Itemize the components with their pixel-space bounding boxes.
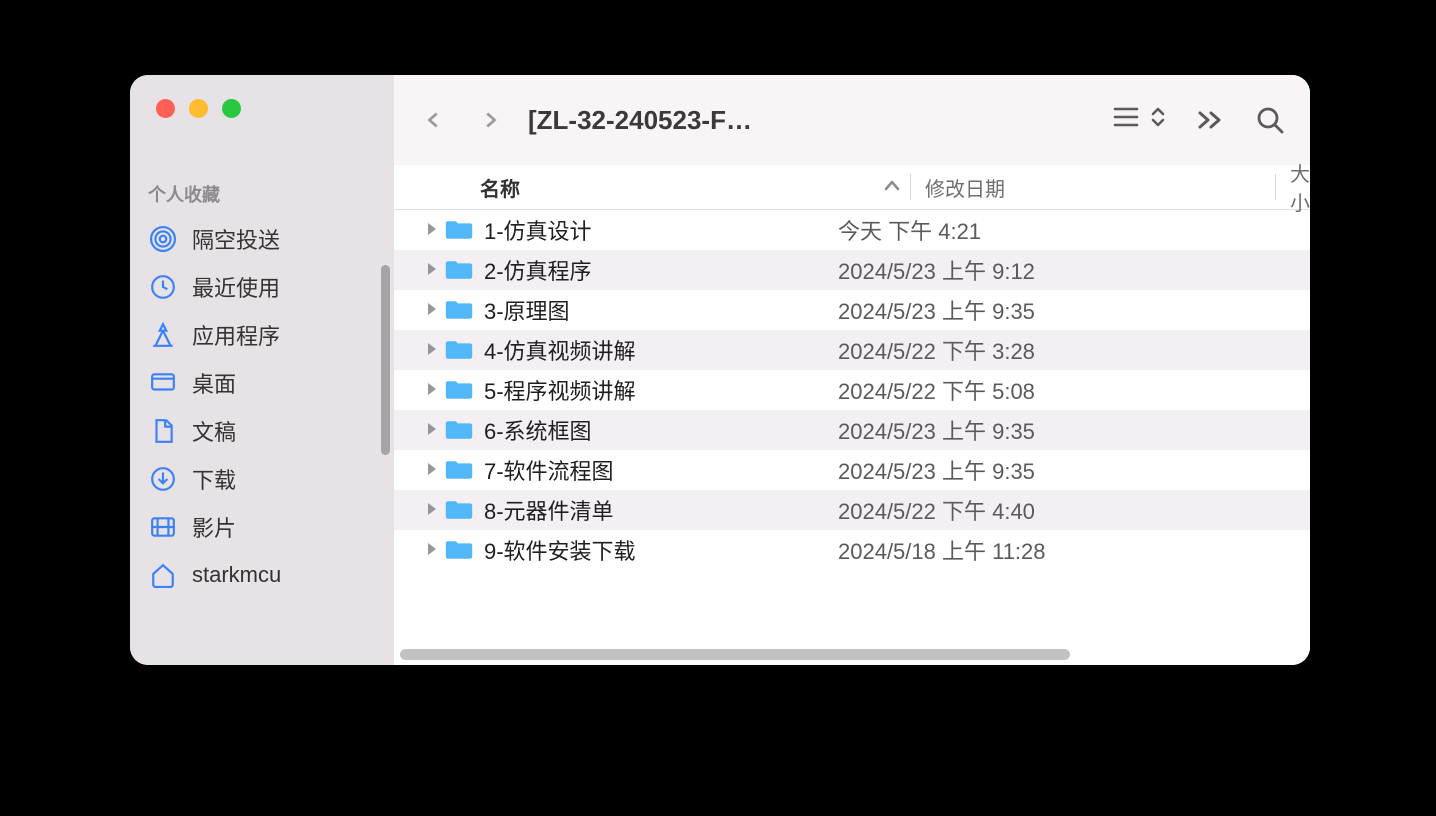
file-date: 今天 下午 4:21 <box>822 214 1188 246</box>
file-row[interactable]: 1-仿真设计今天 下午 4:21 <box>394 210 1310 250</box>
folder-icon <box>444 377 474 403</box>
disclosure-triangle-icon[interactable] <box>420 500 444 521</box>
file-row[interactable]: 7-软件流程图2024/5/23 上午 9:35 <box>394 450 1310 490</box>
column-size-label: 大小 <box>1290 164 1310 215</box>
column-name-label: 名称 <box>480 173 520 202</box>
file-date: 2024/5/22 下午 5:08 <box>822 374 1188 406</box>
movie-icon <box>148 512 178 542</box>
column-name[interactable]: 名称 <box>394 173 910 202</box>
view-mode-list-button[interactable] <box>1112 105 1166 135</box>
file-date: 2024/5/23 上午 9:35 <box>822 414 1188 446</box>
download-icon <box>148 464 178 494</box>
sidebar-item-home[interactable]: starkmcu <box>130 551 394 599</box>
toolbar-overflow-button[interactable] <box>1194 104 1226 136</box>
sidebar-item-label: 桌面 <box>192 367 236 399</box>
sidebar-item-apps[interactable]: 应用程序 <box>130 311 394 359</box>
sidebar-item-doc[interactable]: 文稿 <box>130 407 394 455</box>
sidebar-item-label: 应用程序 <box>192 319 280 351</box>
file-name: 2-仿真程序 <box>484 254 822 286</box>
disclosure-triangle-icon[interactable] <box>420 420 444 441</box>
toolbar: [ZL-32-240523-F… <box>394 75 1310 165</box>
sidebar-item-label: 最近使用 <box>192 271 280 303</box>
nav-back-button[interactable] <box>412 98 456 142</box>
maximize-button[interactable] <box>222 99 241 118</box>
clock-icon <box>148 272 178 302</box>
sidebar-section-title: 个人收藏 <box>130 153 394 215</box>
disclosure-triangle-icon[interactable] <box>420 300 444 321</box>
file-row[interactable]: 3-原理图2024/5/23 上午 9:35 <box>394 290 1310 330</box>
desktop-icon <box>148 368 178 398</box>
folder-icon <box>444 417 474 443</box>
file-date: 2024/5/23 上午 9:35 <box>822 454 1188 486</box>
minimize-button[interactable] <box>189 99 208 118</box>
file-date: 2024/5/22 下午 3:28 <box>822 334 1188 366</box>
sidebar-item-label: starkmcu <box>192 562 281 588</box>
folder-icon <box>444 337 474 363</box>
disclosure-triangle-icon[interactable] <box>420 540 444 561</box>
file-date: 2024/5/23 上午 9:35 <box>822 294 1188 326</box>
list-icon <box>1112 106 1140 134</box>
file-name: 4-仿真视频讲解 <box>484 334 822 366</box>
sidebar-item-download[interactable]: 下载 <box>130 455 394 503</box>
sidebar-item-label: 文稿 <box>192 415 236 447</box>
sidebar-item-label: 影片 <box>192 511 236 543</box>
sidebar-item-movie[interactable]: 影片 <box>130 503 394 551</box>
file-name: 5-程序视频讲解 <box>484 374 822 406</box>
apps-icon <box>148 320 178 350</box>
finder-window: 个人收藏 隔空投送最近使用应用程序桌面文稿下载影片 starkmcu [ZL-32… <box>130 75 1310 665</box>
folder-icon <box>444 457 474 483</box>
column-size[interactable]: 大小 <box>1276 158 1310 216</box>
window-controls <box>130 75 394 153</box>
sidebar-scrollbar[interactable] <box>381 265 390 455</box>
horizontal-scrollbar-track[interactable] <box>394 643 1310 665</box>
folder-icon <box>444 537 474 563</box>
airdrop-icon <box>148 224 178 254</box>
folder-icon <box>444 497 474 523</box>
file-row[interactable]: 4-仿真视频讲解2024/5/22 下午 3:28 <box>394 330 1310 370</box>
folder-icon <box>444 297 474 323</box>
home-icon <box>148 560 178 590</box>
horizontal-scrollbar-thumb[interactable] <box>400 649 1070 660</box>
main-panel: [ZL-32-240523-F… <box>394 75 1310 665</box>
nav-forward-button[interactable] <box>468 98 512 142</box>
file-name: 8-元器件清单 <box>484 494 822 526</box>
file-date: 2024/5/22 下午 4:40 <box>822 494 1188 526</box>
close-button[interactable] <box>156 99 175 118</box>
search-button[interactable] <box>1254 104 1286 136</box>
file-date: 2024/5/23 上午 9:12 <box>822 254 1188 286</box>
file-name: 1-仿真设计 <box>484 214 822 246</box>
column-headers: 名称 修改日期 大小 <box>394 165 1310 210</box>
column-date-label: 修改日期 <box>925 179 1005 201</box>
folder-icon <box>444 217 474 243</box>
window-title: [ZL-32-240523-F… <box>528 105 752 136</box>
sidebar-item-desktop[interactable]: 桌面 <box>130 359 394 407</box>
disclosure-triangle-icon[interactable] <box>420 220 444 241</box>
sidebar-item-label: 隔空投送 <box>192 223 280 255</box>
sidebar: 个人收藏 隔空投送最近使用应用程序桌面文稿下载影片 starkmcu <box>130 75 394 665</box>
disclosure-triangle-icon[interactable] <box>420 460 444 481</box>
sidebar-item-label: 下载 <box>192 463 236 495</box>
file-name: 3-原理图 <box>484 294 822 326</box>
sidebar-item-airdrop[interactable]: 隔空投送 <box>130 215 394 263</box>
file-name: 6-系统框图 <box>484 414 822 446</box>
file-name: 7-软件流程图 <box>484 454 822 486</box>
file-row[interactable]: 9-软件安装下载2024/5/18 上午 11:28 <box>394 530 1310 570</box>
file-row[interactable]: 8-元器件清单2024/5/22 下午 4:40 <box>394 490 1310 530</box>
disclosure-triangle-icon[interactable] <box>420 340 444 361</box>
file-row[interactable]: 5-程序视频讲解2024/5/22 下午 5:08 <box>394 370 1310 410</box>
sidebar-item-clock[interactable]: 最近使用 <box>130 263 394 311</box>
folder-icon <box>444 257 474 283</box>
doc-icon <box>148 416 178 446</box>
file-list: 1-仿真设计今天 下午 4:212-仿真程序2024/5/23 上午 9:123… <box>394 210 1310 643</box>
file-date: 2024/5/18 上午 11:28 <box>822 534 1188 566</box>
file-name: 9-软件安装下载 <box>484 534 822 566</box>
disclosure-triangle-icon[interactable] <box>420 380 444 401</box>
column-date[interactable]: 修改日期 <box>911 173 1275 202</box>
chevron-up-down-icon <box>1150 105 1166 135</box>
file-row[interactable]: 6-系统框图2024/5/23 上午 9:35 <box>394 410 1310 450</box>
disclosure-triangle-icon[interactable] <box>420 260 444 281</box>
sort-ascending-icon <box>884 176 900 199</box>
file-row[interactable]: 2-仿真程序2024/5/23 上午 9:12 <box>394 250 1310 290</box>
